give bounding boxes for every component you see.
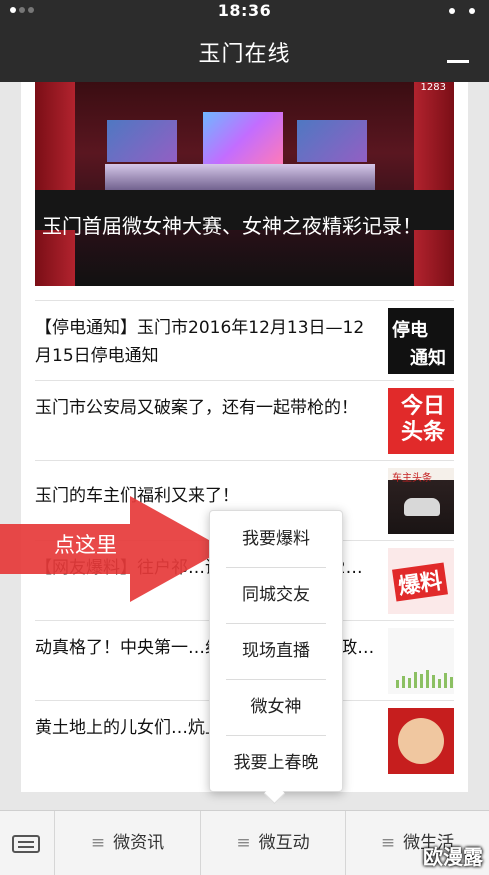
thumbnail-text: 爆料 <box>392 562 448 602</box>
tab-label: 微互动 <box>258 833 310 853</box>
article-thumbnail: 停电 通知 <box>388 308 454 374</box>
article-thumbnail <box>388 628 454 694</box>
thumbnail-text: 今日头条 <box>400 394 445 445</box>
menu-lines-icon: ≡ <box>236 833 251 853</box>
curtain-right <box>414 82 454 286</box>
tab-label: 微资讯 <box>113 833 165 853</box>
watermark: 欧漫露 <box>423 845 483 869</box>
menu-item-chunwan[interactable]: 我要上春晚 <box>210 735 342 791</box>
keyboard-button[interactable] <box>0 811 55 875</box>
tab-bar: ≡ 微资讯 ≡ 微互动 ≡ 微生活 <box>0 810 489 875</box>
tab-weizixun[interactable]: ≡ 微资讯 <box>55 811 201 875</box>
divider <box>35 300 454 301</box>
menu-lines-icon: ≡ <box>380 833 396 853</box>
tab-weihudong[interactable]: ≡ 微互动 <box>201 811 346 875</box>
stage-screen-center <box>203 112 283 164</box>
article-thumbnail: 车主头条 <box>388 468 454 534</box>
menu-item-zhibo[interactable]: 现场直播 <box>210 623 342 679</box>
menu-lines-icon: ≡ <box>90 833 106 853</box>
thumbnail-text: 通知 <box>410 348 446 369</box>
article-thumbnail: 爆料 <box>388 548 454 614</box>
status-bar: 18:36 <box>0 0 489 22</box>
menu-item-nvshen[interactable]: 微女神 <box>210 679 342 735</box>
embroidery-image <box>398 718 444 764</box>
popup-menu: 我要爆料 同城交友 现场直播 微女神 我要上春晚 <box>209 510 343 792</box>
article-title: 【停电通知】玉门市2016年12月13日—12月15日停电通知 <box>35 318 365 366</box>
nav-bar: 玉门在线 <box>0 22 489 82</box>
stage-screen-right <box>297 120 367 162</box>
view-count: 1283 <box>420 82 446 93</box>
arrow-label: 点这里 <box>54 533 117 557</box>
divider <box>35 460 454 461</box>
stage <box>105 164 375 192</box>
article-thumbnail <box>388 708 454 774</box>
chart-thumbnail <box>396 670 453 688</box>
thumbnail-text: 停电 <box>392 320 428 341</box>
car-icon <box>404 498 440 516</box>
curtain-left <box>35 82 75 286</box>
hero-caption: 玉门首届微女神大赛、女神之夜精彩记录！ <box>42 214 422 238</box>
stage-screen-left <box>107 120 177 162</box>
status-time: 18:36 <box>217 1 272 20</box>
list-item[interactable]: 【停电通知】玉门市2016年12月13日—12月15日停电通知 停电 通知 <box>35 300 454 380</box>
battery-icon <box>449 8 475 14</box>
list-item[interactable]: 玉门市公安局又破案了，还有一起带枪的！ 今日头条 <box>35 380 454 460</box>
hero-article[interactable]: 1283 玉门首届微女神大赛、女神之夜精彩记录！ <box>35 82 454 286</box>
article-title: 玉门市公安局又破案了，还有一起带枪的！ <box>35 398 358 418</box>
menu-icon[interactable] <box>447 60 469 63</box>
thumbnail-text: 车主头条 <box>392 473 432 484</box>
divider <box>35 380 454 381</box>
menu-item-baoliao[interactable]: 我要爆料 <box>210 511 342 567</box>
article-thumbnail: 今日头条 <box>388 388 454 454</box>
keyboard-icon <box>12 835 40 853</box>
page-title: 玉门在线 <box>198 42 291 67</box>
menu-item-jiaoyou[interactable]: 同城交友 <box>210 567 342 623</box>
